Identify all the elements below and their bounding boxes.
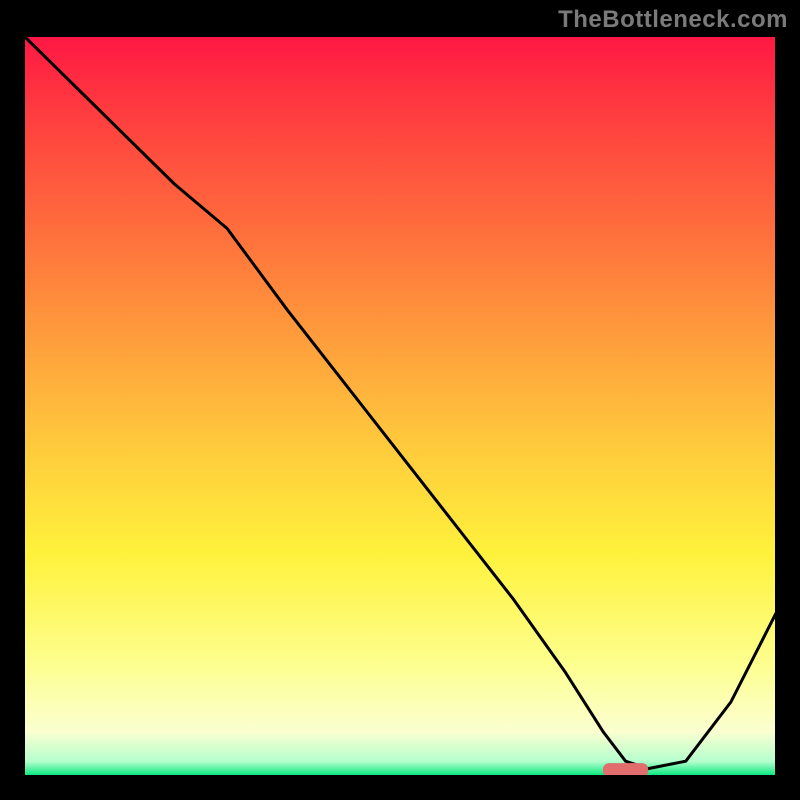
watermark-text: TheBottleneck.com: [558, 6, 788, 34]
target-marker: [603, 763, 648, 776]
plot-area: [24, 36, 776, 776]
chart-svg: [24, 36, 776, 776]
chart-container: TheBottleneck.com: [0, 0, 800, 800]
